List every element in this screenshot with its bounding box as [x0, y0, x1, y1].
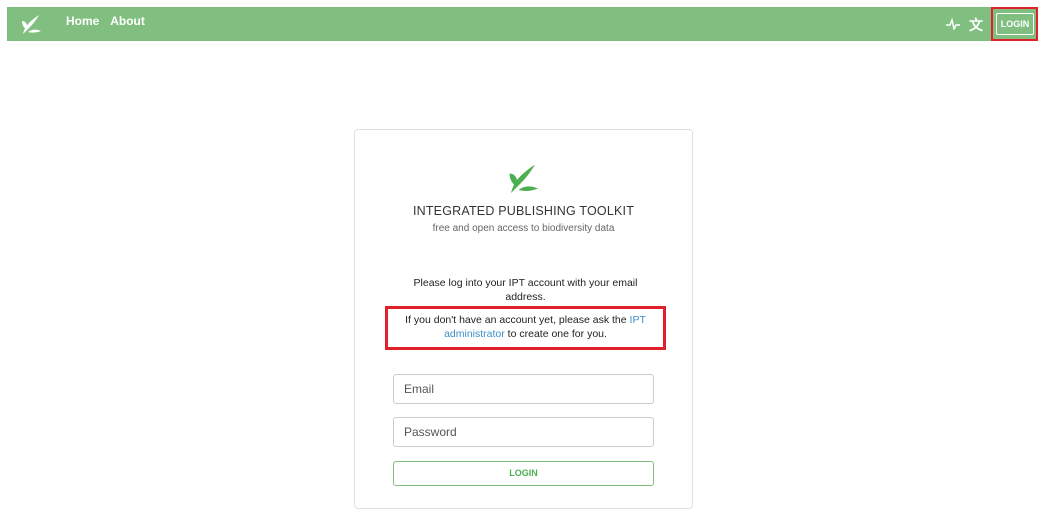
note-text-after: to create one for you. [504, 328, 607, 340]
login-card: INTEGRATED PUBLISHING TOOLKIT free and o… [354, 129, 693, 509]
email-field[interactable] [393, 374, 654, 404]
nav-login-button[interactable]: LOGIN [996, 13, 1034, 35]
note-text-before: If you don't have an account yet, please… [405, 314, 630, 326]
leaf-logo-icon[interactable] [19, 12, 43, 36]
nav-links: Home About [66, 14, 153, 28]
app-title: INTEGRATED PUBLISHING TOOLKIT [412, 204, 635, 218]
pulse-icon[interactable] [946, 18, 960, 30]
account-note: If you don't have an account yet, please… [388, 313, 663, 341]
instructions-line-1: Please log into your IPT account with yo… [413, 277, 638, 289]
password-field[interactable] [393, 417, 654, 447]
ipt-administrator-link-part1[interactable]: IPT [630, 314, 646, 326]
translate-icon[interactable]: 文A [969, 15, 987, 50]
instructions-line-2: address. [505, 291, 546, 303]
login-button[interactable]: LOGIN [393, 461, 654, 486]
login-instructions: Please log into your IPT account with yo… [393, 276, 658, 304]
login-nav-highlight: LOGIN [991, 7, 1038, 41]
ipt-administrator-link-part2[interactable]: administrator [444, 328, 505, 340]
nav-home-link[interactable]: Home [66, 14, 99, 28]
top-navbar: Home About 文A LOGIN [7, 7, 1038, 50]
app-subtitle: free and open access to biodiversity dat… [432, 223, 615, 234]
account-note-highlight: If you don't have an account yet, please… [385, 306, 666, 350]
leaf-logo-icon [509, 164, 538, 193]
nav-about-link[interactable]: About [110, 14, 145, 28]
